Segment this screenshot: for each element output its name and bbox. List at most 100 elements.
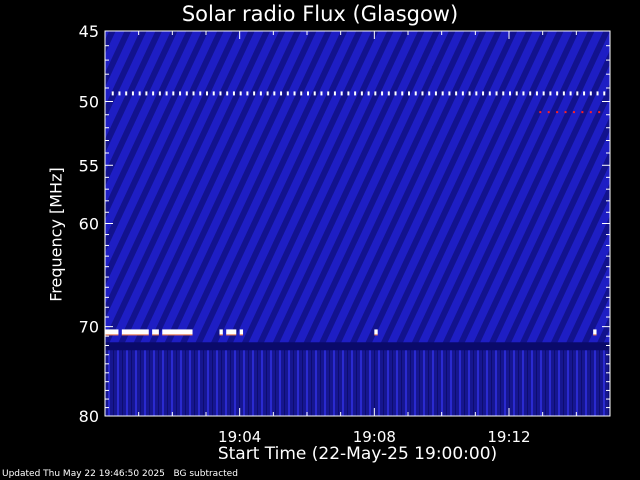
interference-dash [158, 91, 161, 96]
interference-dash [313, 91, 316, 96]
burst-segment [593, 329, 597, 335]
interference-dash [542, 91, 545, 96]
interference-dash [253, 91, 256, 96]
interference-dash [246, 91, 249, 96]
interference-dash [293, 91, 296, 96]
interference-dash [266, 91, 269, 96]
interference-dash [145, 91, 148, 96]
interference-dash [354, 91, 357, 96]
burst-segment [374, 329, 378, 335]
x-axis-label: Start Time (22-May-25 19:00:00) [217, 444, 498, 464]
interference-dash [374, 91, 377, 96]
interference-dash [569, 91, 572, 96]
interference-dash [387, 91, 390, 96]
y-tick-label: 55 [79, 156, 99, 175]
interference-dash [461, 91, 464, 96]
interference-dash [535, 91, 538, 96]
red-signal-dot [598, 111, 601, 114]
interference-dash [394, 91, 397, 96]
interference-dash [448, 91, 451, 96]
red-signal-dot [589, 111, 592, 114]
interference-dash [232, 91, 235, 96]
interference-dash [340, 91, 343, 96]
interference-dash [596, 91, 599, 96]
interference-dash [347, 91, 350, 96]
interference-dash [131, 91, 134, 96]
interference-dash [259, 91, 262, 96]
interference-dash [360, 91, 363, 96]
interference-dash [455, 91, 458, 96]
burst-segment [239, 329, 244, 335]
footer-status: Updated Thu May 22 19:46:50 2025 BG subt… [2, 469, 238, 479]
interference-dash [482, 91, 485, 96]
spectrogram-plot: 45505560708019:04 19:08 19:12 [79, 22, 611, 446]
red-signal-dot [547, 111, 550, 114]
interference-dash [414, 91, 417, 96]
interference-dash [441, 91, 444, 96]
interference-dash [502, 91, 505, 96]
interference-dash [333, 91, 336, 96]
spectrum-upper-band [105, 31, 610, 349]
interference-dash [408, 91, 410, 96]
interference-dash [192, 91, 195, 96]
interference-dash [381, 91, 384, 96]
interference-dash [286, 91, 289, 96]
red-signal-dot [556, 111, 559, 114]
red-signal-dot [564, 111, 567, 114]
interference-dash [468, 91, 471, 96]
interference-dash [589, 91, 592, 96]
interference-dash [212, 91, 215, 96]
footer-note: BG subtracted [173, 469, 238, 479]
interference-dash [549, 91, 552, 96]
burst-edge [162, 334, 193, 336]
burst-edge [593, 334, 597, 336]
red-signal-dot [539, 111, 542, 114]
interference-dash [199, 91, 202, 96]
burst-segment [152, 329, 159, 335]
burst-segment [105, 329, 119, 335]
interference-dash [320, 91, 323, 96]
interference-dash [239, 91, 242, 96]
y-tick-label: 80 [79, 407, 99, 426]
interference-dash [118, 91, 121, 96]
interference-dash [172, 91, 175, 96]
interference-dash [562, 91, 565, 96]
interference-dash [421, 91, 424, 96]
y-tick-label: 45 [79, 22, 99, 41]
interference-dash [428, 91, 431, 96]
burst-segment [226, 329, 237, 335]
interference-dash [138, 91, 141, 96]
burst-edge [226, 334, 237, 336]
interference-dash [603, 91, 606, 96]
burst-edge [152, 334, 159, 336]
interference-dash [219, 91, 222, 96]
interference-dash [434, 91, 437, 96]
burst-edge [219, 334, 223, 336]
plot-area [105, 31, 610, 416]
interference-dash [576, 91, 579, 96]
spectrum-lower-band [105, 348, 610, 416]
burst-edge [239, 334, 244, 336]
red-signal-dot [572, 111, 575, 114]
band-boundary [105, 342, 610, 351]
interference-dash [307, 91, 309, 96]
red-signal-dot [581, 111, 584, 114]
burst-edge [121, 334, 149, 336]
burst-segment [162, 329, 193, 335]
interference-dash [165, 91, 168, 96]
interference-dash [273, 91, 276, 96]
interference-dash [583, 91, 586, 96]
burst-segment [121, 329, 149, 335]
interference-dash [327, 91, 330, 96]
interference-dash [509, 91, 511, 96]
y-tick-label: 70 [79, 318, 99, 337]
interference-dash [522, 91, 525, 96]
footer-updated: Updated Thu May 22 19:46:50 2025 [2, 469, 165, 479]
interference-dash [111, 91, 114, 96]
burst-edge [105, 334, 119, 336]
burst-segment [219, 329, 223, 335]
interference-dash [401, 91, 404, 96]
interference-dash [125, 91, 128, 96]
interference-dash [367, 91, 370, 96]
interference-dash [300, 91, 303, 96]
